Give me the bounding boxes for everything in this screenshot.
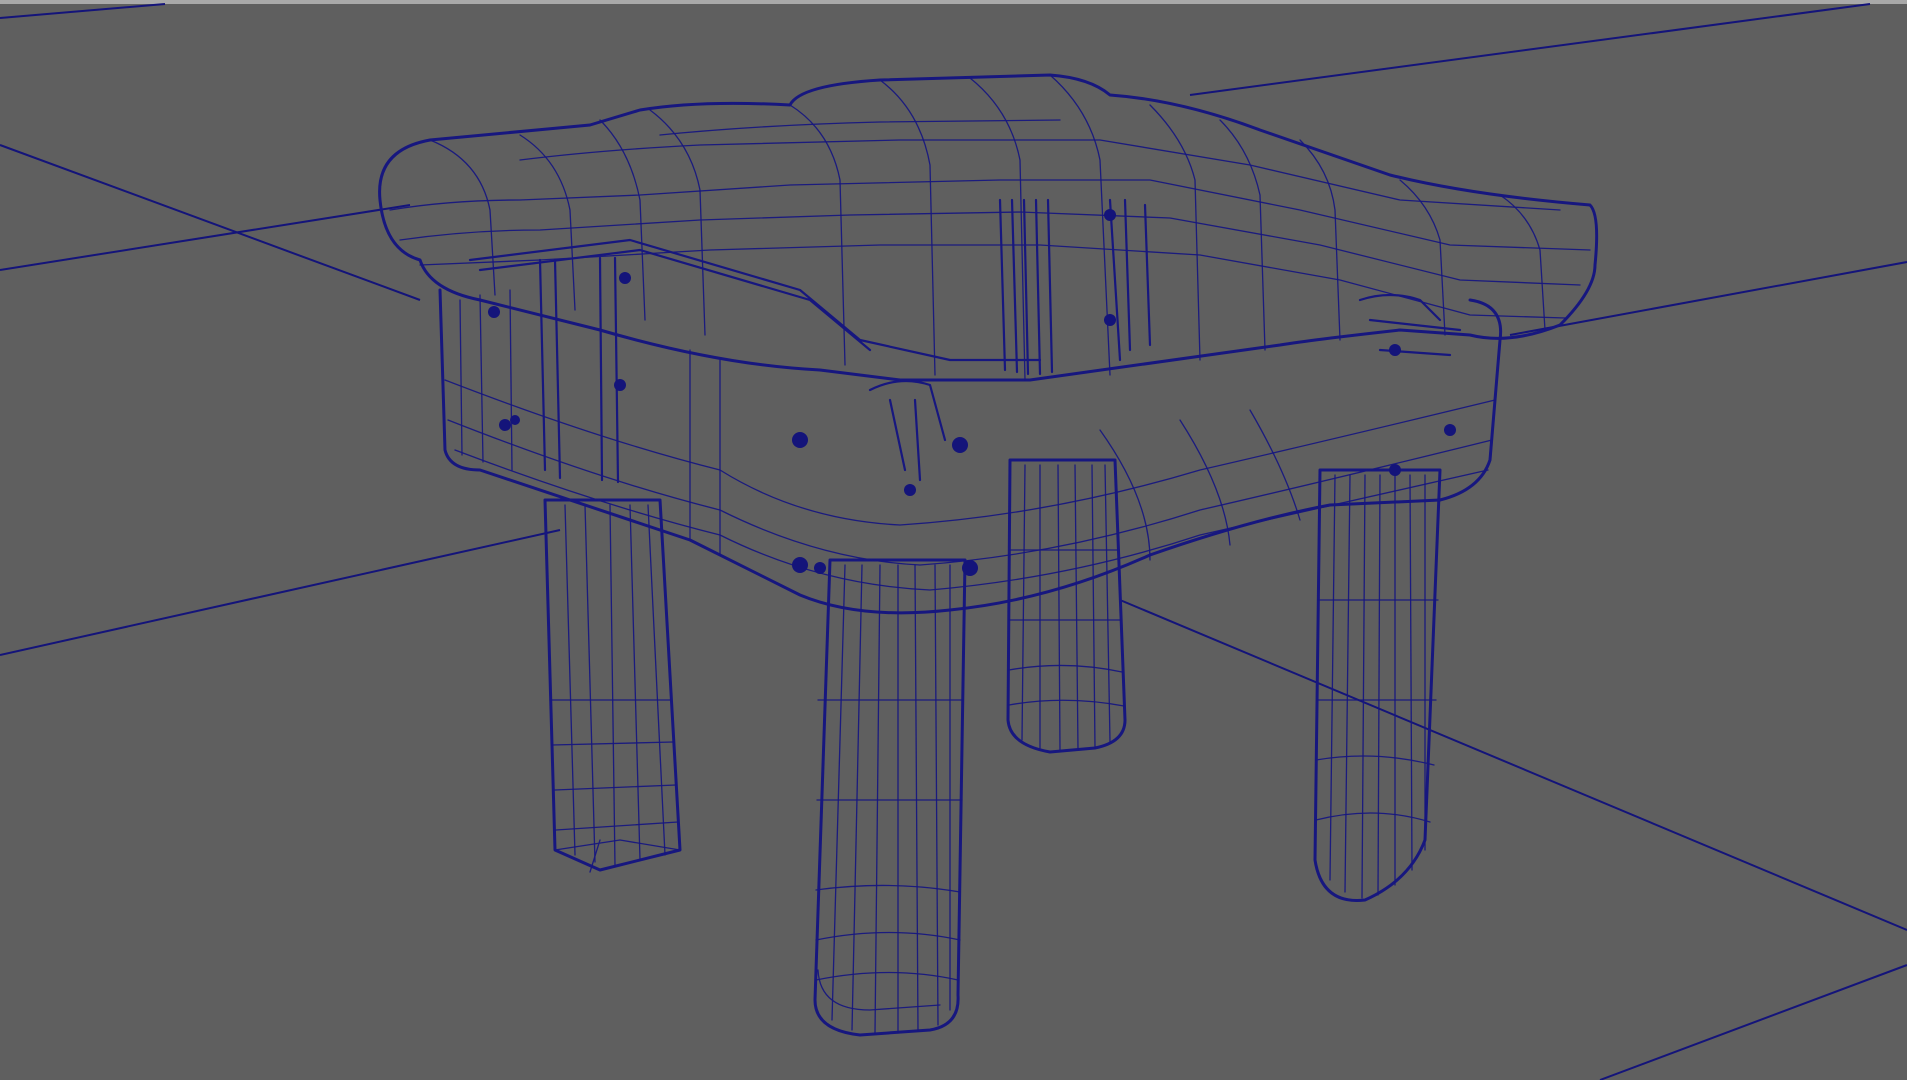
ground-grid bbox=[0, 3, 1907, 1080]
grid-line bbox=[0, 529, 561, 656]
stool-wireframe[interactable] bbox=[378, 73, 1599, 1037]
grid-line bbox=[1189, 3, 1871, 96]
grid-line bbox=[1599, 964, 1907, 1080]
seat-top[interactable] bbox=[378, 73, 1599, 382]
leg-back-right[interactable] bbox=[1006, 458, 1127, 754]
grid-line bbox=[0, 144, 421, 301]
grid-line bbox=[0, 204, 411, 271]
viewport-scene[interactable] bbox=[0, 0, 1907, 1080]
3d-viewport[interactable] bbox=[0, 0, 1907, 1080]
grid-line bbox=[1509, 261, 1907, 336]
leg-right[interactable] bbox=[1313, 468, 1442, 902]
grid-line bbox=[1119, 599, 1907, 931]
grid-line bbox=[0, 3, 166, 19]
leg-front[interactable] bbox=[813, 558, 967, 1037]
leg-back-left[interactable] bbox=[543, 498, 682, 873]
